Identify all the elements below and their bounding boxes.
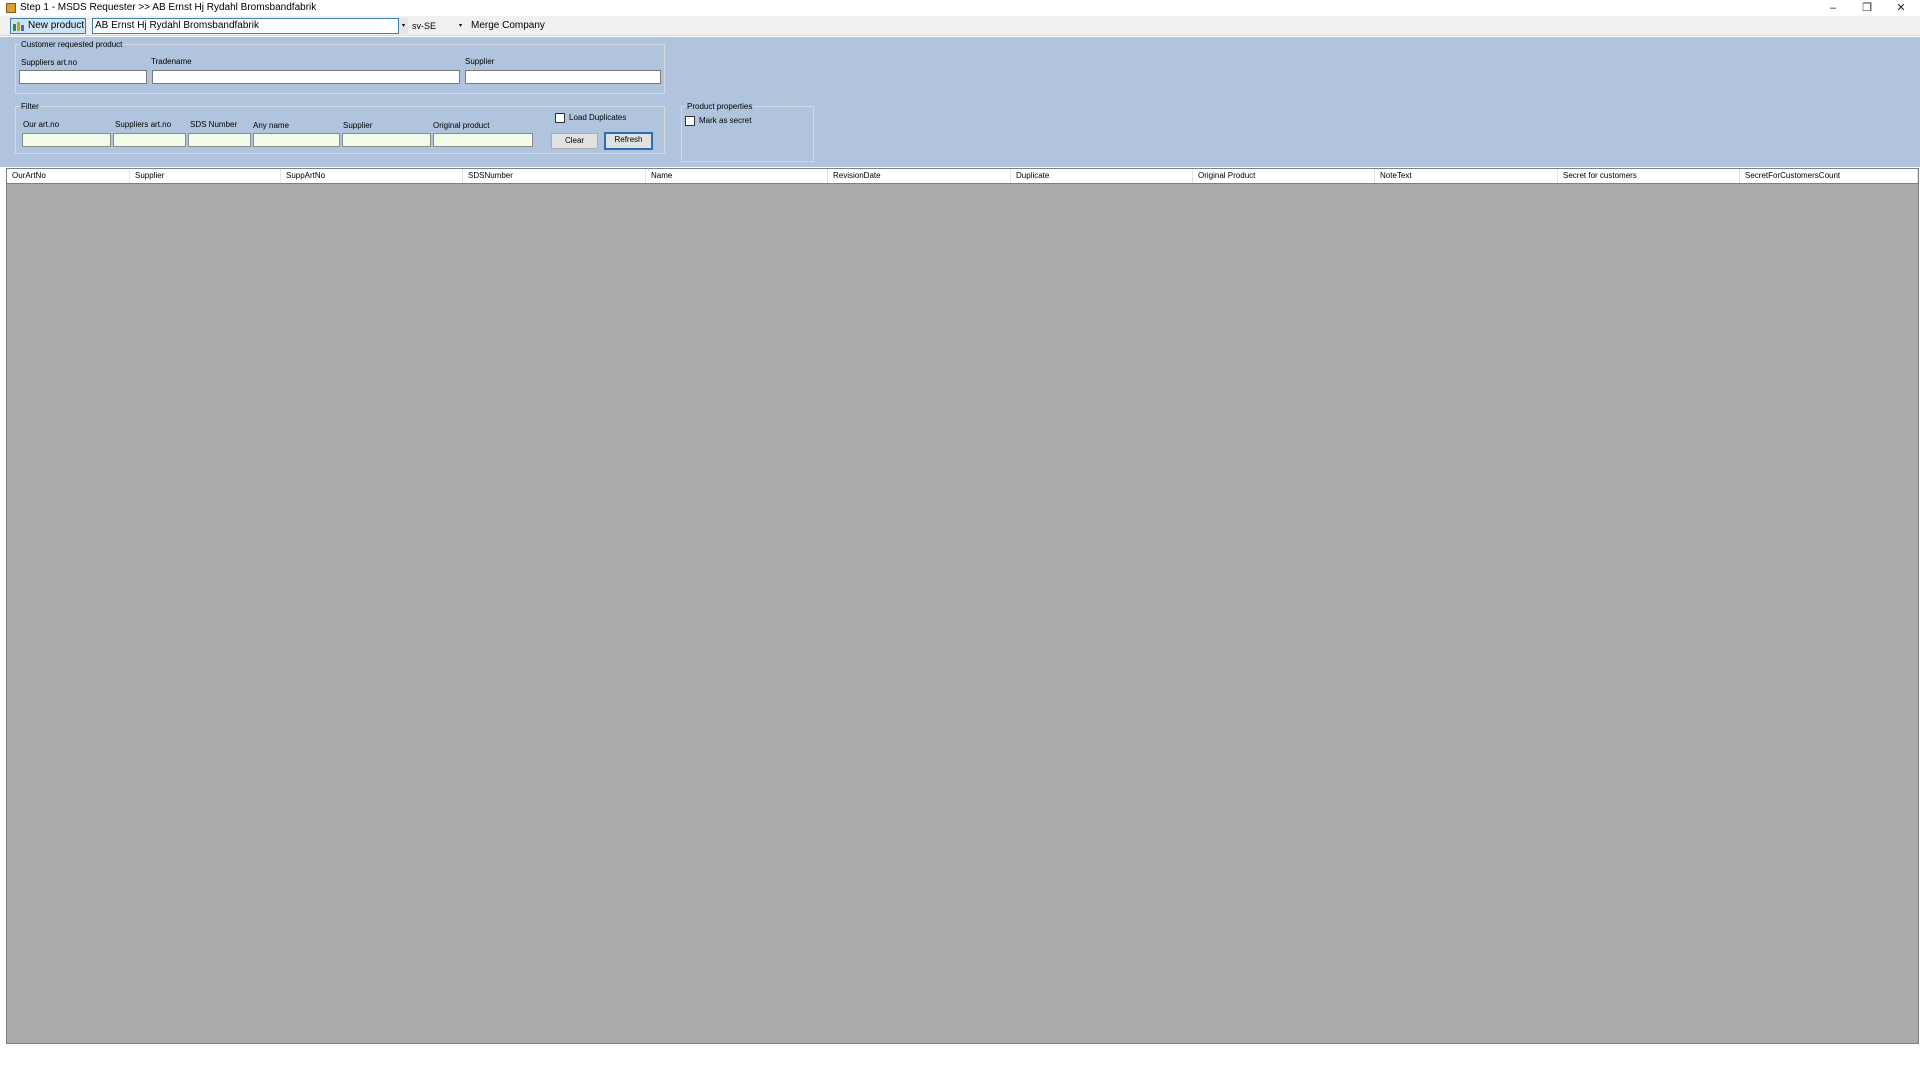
refresh-button[interactable]: Refresh <box>604 132 653 150</box>
restore-button[interactable]: ❐ <box>1852 0 1882 16</box>
suppliers-art-no-field[interactable] <box>19 70 147 84</box>
supplier-field[interactable] <box>465 70 661 84</box>
chevron-down-icon[interactable]: ▾ <box>459 19 467 33</box>
product-properties-title: Product properties <box>686 102 754 111</box>
our-art-no-label: Our art.no <box>23 120 60 129</box>
clear-button[interactable]: Clear <box>551 133 598 149</box>
new-product-button[interactable]: New product <box>10 18 86 34</box>
merge-company-button[interactable]: Merge Company <box>471 19 545 33</box>
chevron-down-icon[interactable]: ▾ <box>398 18 408 34</box>
any-name-filter-input[interactable] <box>253 133 340 147</box>
language-combobox[interactable]: sv-SE <box>412 19 462 33</box>
column-header-secret-for-customers[interactable]: Secret for customers <box>1558 169 1740 183</box>
supplier-filter-input[interactable] <box>342 133 431 147</box>
column-header-ourartno[interactable]: OurArtNo <box>7 169 130 183</box>
column-header-name[interactable]: Name <box>646 169 828 183</box>
original-product-label: Original product <box>433 121 490 130</box>
results-grid[interactable] <box>6 168 1919 1044</box>
filter-suppliers-art-no-label: Suppliers art.no <box>115 120 172 129</box>
minimize-button[interactable]: – <box>1818 0 1848 16</box>
filter-supplier-label: Supplier <box>343 121 373 130</box>
new-product-icon <box>13 22 24 31</box>
tradename-label: Tradename <box>151 57 192 66</box>
customer-requested-group <box>15 44 665 94</box>
column-header-sdsnumber[interactable]: SDSNumber <box>463 169 646 183</box>
product-properties-group <box>681 106 814 162</box>
new-product-label: New product <box>28 20 85 31</box>
column-header-duplicate[interactable]: Duplicate <box>1011 169 1193 183</box>
our-art-no-filter-input[interactable] <box>22 133 111 147</box>
suppliers-art-no-filter-input[interactable] <box>113 133 186 147</box>
window-title: Step 1 - MSDS Requester >> AB Ernst Hj R… <box>20 2 317 13</box>
original-product-filter-input[interactable] <box>433 133 533 147</box>
mark-as-secret-label: Mark as secret <box>699 116 752 125</box>
mark-as-secret-checkbox[interactable] <box>685 116 695 126</box>
column-header-suppartno[interactable]: SuppArtNo <box>281 169 463 183</box>
load-duplicates-label: Load Duplicates <box>569 113 627 122</box>
sds-number-filter-input[interactable] <box>188 133 251 147</box>
tradename-field[interactable] <box>152 70 460 84</box>
column-header-secretforcustomerscount[interactable]: SecretForCustomersCount <box>1740 169 1918 183</box>
sds-number-label: SDS Number <box>190 120 238 129</box>
supplier-label: Supplier <box>465 57 495 66</box>
grid-header: OurArtNo Supplier SuppArtNo SDSNumber Na… <box>6 168 1919 184</box>
company-combobox[interactable]: AB Ernst Hj Rydahl Bromsbandfabrik <box>92 18 408 34</box>
close-button[interactable]: ✕ <box>1886 0 1916 16</box>
column-header-supplier[interactable]: Supplier <box>130 169 281 183</box>
app-icon <box>6 3 16 13</box>
any-name-label: Any name <box>253 121 290 130</box>
column-header-original-product[interactable]: Original Product <box>1193 169 1375 183</box>
column-header-revisiondate[interactable]: RevisionDate <box>828 169 1011 183</box>
customer-requested-title: Customer requested product <box>20 40 124 49</box>
column-header-notetext[interactable]: NoteText <box>1375 169 1558 183</box>
filter-title: Filter <box>20 102 40 111</box>
load-duplicates-checkbox[interactable] <box>555 113 565 123</box>
suppliers-art-no-label: Suppliers art.no <box>21 58 78 67</box>
